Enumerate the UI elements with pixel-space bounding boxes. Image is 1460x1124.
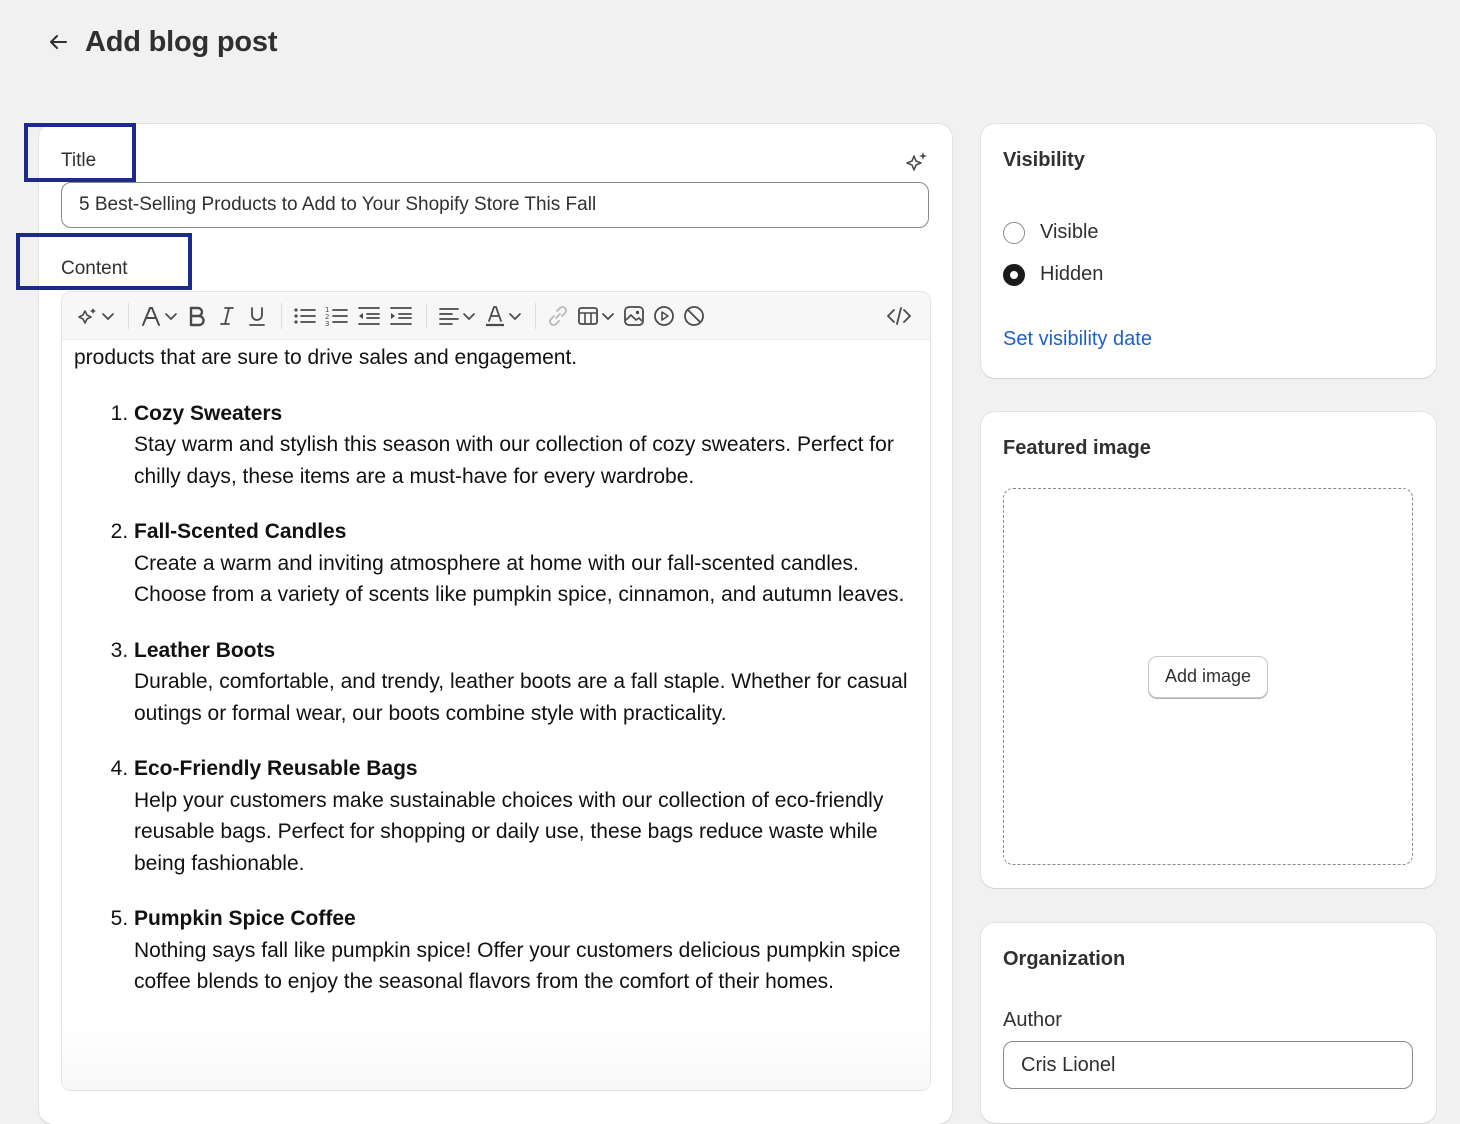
chevron-down-icon [509, 312, 521, 320]
text-color-button[interactable] [483, 301, 523, 331]
add-image-button[interactable]: Add image [1147, 655, 1269, 698]
featured-image-title: Featured image [1003, 437, 1151, 459]
align-button[interactable] [437, 301, 477, 331]
outdent-icon [358, 306, 380, 325]
chevron-down-icon [602, 312, 614, 320]
page-header: Add blog post [44, 22, 278, 62]
toolbar-divider [281, 302, 282, 329]
magic-format-button[interactable] [76, 301, 116, 331]
editor-content[interactable]: products that are sure to drive sales an… [74, 342, 912, 1090]
list-item-body: Durable, comfortable, and trendy, leathe… [134, 670, 908, 725]
list-item-body: Stay warm and stylish this season with o… [134, 433, 894, 488]
list-item: Leather Boots Durable, comfortable, and t… [134, 635, 912, 730]
page-title: Add blog post [85, 25, 278, 58]
align-left-icon [439, 307, 459, 325]
arrow-left-icon [50, 35, 67, 49]
organization-title: Organization [1003, 948, 1126, 970]
bold-button[interactable] [185, 301, 209, 331]
list-item-body: Help your customers make sustainable cho… [134, 788, 884, 875]
title-label: Title [61, 150, 97, 171]
underline-icon [249, 306, 265, 326]
author-label: Author [1003, 1009, 1062, 1031]
insert-video-button[interactable] [652, 301, 676, 331]
text-format-button[interactable] [139, 301, 179, 331]
list-item: Cozy Sweaters Stay warm and stylish this … [134, 398, 912, 493]
toolbar-divider [535, 302, 536, 329]
list-item: Pumpkin Spice Coffee Nothing says fall li… [134, 903, 912, 998]
numbered-list-icon: 123 [325, 306, 348, 328]
featured-image-card: Featured image Add image [981, 412, 1436, 888]
list-item-body: Create a warm and inviting atmosphere at… [134, 551, 905, 607]
bold-icon [189, 306, 205, 326]
toolbar-divider [426, 302, 427, 329]
text-format-icon [142, 306, 160, 326]
text-color-icon [486, 305, 504, 326]
magic-sparkle-icon[interactable] [905, 150, 929, 174]
toolbar-divider [128, 302, 129, 329]
content-intro: products that are sure to drive sales an… [74, 346, 578, 369]
visibility-option-hidden[interactable]: Hidden [1003, 263, 1103, 286]
indent-icon [390, 306, 412, 325]
chevron-down-icon [102, 312, 114, 320]
post-editor-card: Title 5 Best-Selling Products to Add to … [39, 124, 952, 1124]
table-button[interactable] [576, 301, 616, 331]
list-item-title: Leather Boots [134, 638, 276, 662]
editor-scroll-fade [62, 1020, 930, 1090]
organization-card: Organization Author Cris Lionel [981, 923, 1436, 1123]
list-item: Eco-Friendly Reusable Bags Help your cust… [134, 753, 912, 879]
code-view-button[interactable] [886, 301, 912, 331]
radio-unchecked[interactable] [1003, 221, 1025, 244]
content-list: Cozy Sweaters Stay warm and stylish this … [74, 398, 912, 998]
bullet-list-icon [294, 307, 316, 324]
magic-icon [78, 307, 96, 324]
visibility-option-label: Visible [1040, 221, 1099, 243]
underline-button[interactable] [245, 301, 269, 331]
author-input[interactable]: Cris Lionel [1003, 1041, 1413, 1089]
list-item-title: Cozy Sweaters [134, 401, 283, 425]
video-icon [654, 305, 674, 326]
chevron-down-icon [463, 312, 475, 320]
numbered-list-button[interactable]: 123 [324, 301, 350, 331]
indent-button[interactable] [388, 301, 414, 331]
bullet-list-button[interactable] [292, 301, 318, 331]
link-icon [549, 305, 567, 326]
image-dropzone[interactable]: Add image [1003, 488, 1413, 865]
visibility-card: Visibility Visible Hidden Set visibility… [981, 124, 1436, 378]
table-icon [578, 306, 598, 325]
clear-format-icon [684, 305, 704, 326]
italic-icon [220, 306, 234, 325]
set-visibility-date-link[interactable]: Set visibility date [1003, 328, 1152, 351]
title-input[interactable]: 5 Best-Selling Products to Add to Your S… [61, 182, 929, 228]
list-item-title: Fall-Scented Candles [134, 520, 347, 543]
link-button[interactable] [546, 301, 570, 331]
insert-image-button[interactable] [622, 301, 646, 331]
editor-toolbar: 123 [62, 292, 930, 340]
chevron-down-icon [165, 312, 177, 320]
radio-checked[interactable] [1003, 263, 1025, 286]
list-item-body: Nothing says fall like pumpkin spice! Of… [134, 938, 901, 994]
list-item-title: Pumpkin Spice Coffee [134, 907, 356, 930]
code-icon [887, 307, 911, 325]
back-button[interactable] [44, 28, 72, 56]
clear-format-button[interactable] [682, 301, 706, 331]
rich-text-editor[interactable]: 123 products that are sure to drive sale… [61, 291, 931, 1091]
content-label: Content [61, 258, 128, 279]
italic-button[interactable] [215, 301, 239, 331]
svg-text:3: 3 [325, 320, 329, 328]
image-icon [624, 305, 644, 326]
visibility-title: Visibility [1003, 149, 1085, 171]
list-item: Fall-Scented Candles Create a warm and in… [134, 516, 912, 611]
outdent-button[interactable] [356, 301, 382, 331]
visibility-option-label: Hidden [1040, 263, 1104, 285]
list-item-title: Eco-Friendly Reusable Bags [134, 757, 418, 780]
visibility-option-visible[interactable]: Visible [1003, 221, 1099, 244]
